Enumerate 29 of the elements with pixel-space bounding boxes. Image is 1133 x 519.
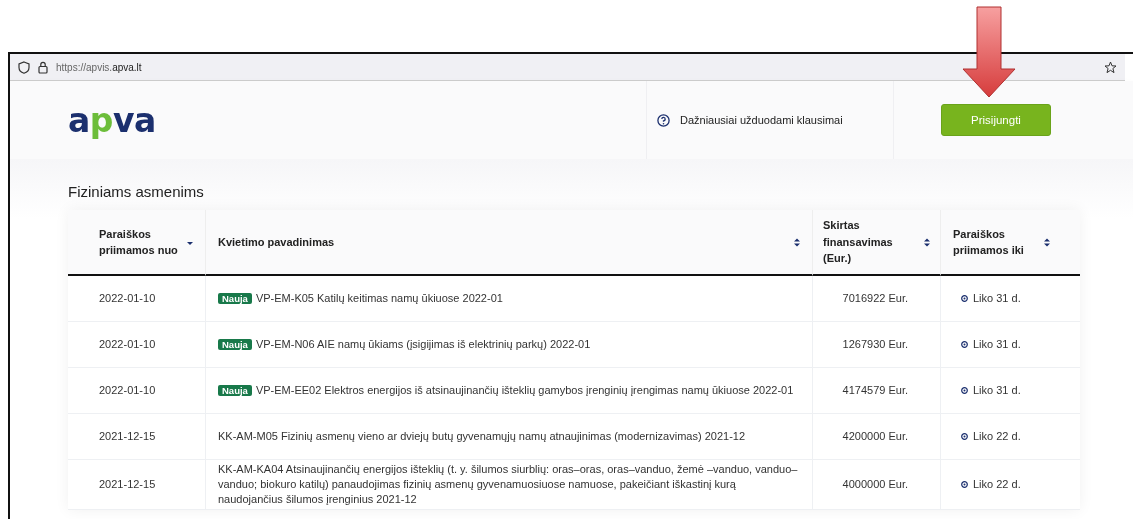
- section-title: Fiziniams asmenims: [68, 183, 205, 201]
- date-cell: 2021-12-15: [68, 460, 205, 510]
- date-cell: 2022-01-10: [68, 276, 205, 322]
- amount-cell: 1267930 Eur.: [812, 322, 940, 368]
- days-remaining: Liko 22 d.: [973, 477, 1021, 492]
- call-title-link[interactable]: Nauja VP-EM-EE02 Elektros energijos iš atsinaujinančių išteklių gamybos įrenginių įrengimas namų ūkiuose 2022-01: [218, 383, 794, 398]
- amount-cell: 7016922 Eur.: [812, 276, 940, 322]
- call-title-link[interactable]: Nauja VP-EM-K05 Katilų keitimas namų ūkiuose 2022-01: [218, 291, 503, 306]
- call-title-link[interactable]: KK-AM-M05 Fizinių asmenų vieno ar dviejų butų gyvenamųjų namų atnaujinimas (modernizavimas) 2021-12: [218, 429, 746, 444]
- date-cell: 2021-12-15: [68, 414, 205, 460]
- days-remaining: Liko 22 d.: [973, 429, 1021, 444]
- amount-cell: 4174579 Eur.: [812, 368, 940, 414]
- column-header[interactable]: Kvietimo pavadinimas: [205, 210, 812, 276]
- column-header[interactable]: Paraiškos priimamos iki: [940, 210, 1080, 276]
- call-title-link[interactable]: KK-AM-KA04 Atsinaujinančių energijos išteklių (t. y. šilumos siurblių: oras–oras, oras–vanduo, žemė –vanduo, vanduo–vanduo; biokuro katilų) panaudojimas fizinių asmenų gyvenamuosiuose namuose, pakeičiant iškastinį kurą naudojančius šilumos įrenginius 2021-12: [218, 462, 800, 507]
- days-remaining: Liko 31 d.: [973, 383, 1021, 398]
- days-remaining: Liko 31 d.: [973, 291, 1021, 306]
- date-cell: 2022-01-10: [68, 322, 205, 368]
- amount-cell: 4200000 Eur.: [812, 414, 940, 460]
- new-badge: Nauja: [218, 293, 252, 304]
- column-header[interactable]: Paraiškos priimamos nuo: [68, 210, 205, 276]
- date-cell: 2022-01-10: [68, 368, 205, 414]
- call-title-link[interactable]: Nauja VP-EM-N06 AIE namų ūkiams (įsigijimas iš elektrinių parkų) 2022-01: [218, 337, 591, 352]
- new-badge: Nauja: [218, 385, 252, 396]
- amount-cell: 4000000 Eur.: [812, 460, 940, 510]
- new-badge: Nauja: [218, 339, 252, 350]
- days-remaining: Liko 31 d.: [973, 337, 1021, 352]
- logo[interactable]: apva: [68, 100, 156, 140]
- column-header[interactable]: Skirtas finansavimas (Eur.): [812, 210, 940, 276]
